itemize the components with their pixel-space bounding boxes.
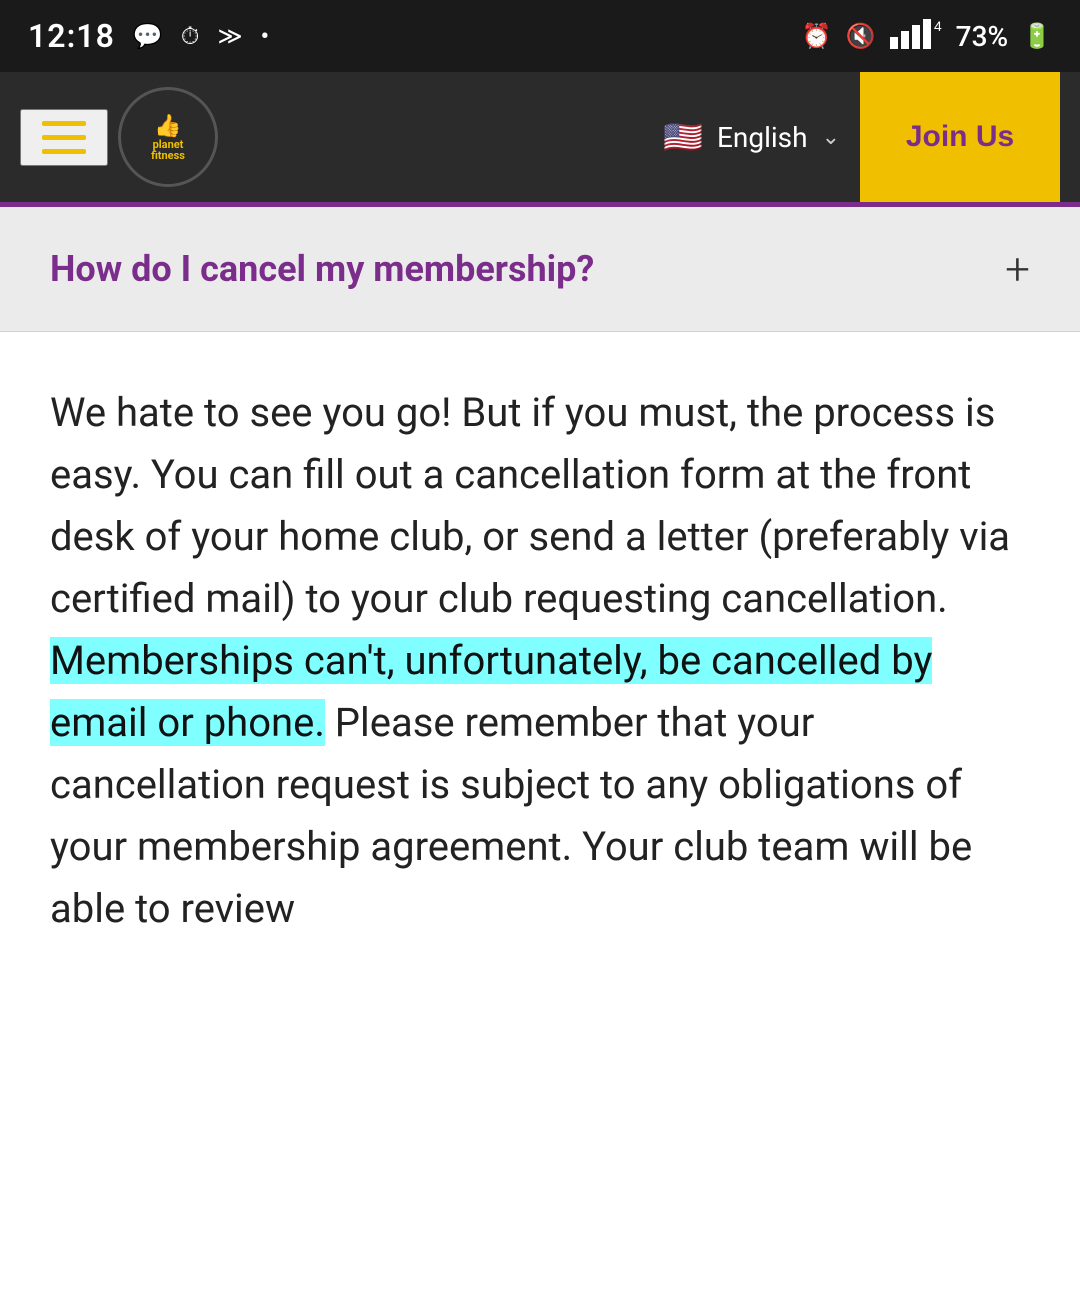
- status-left-group: 12:18 💬 ⏱ ≫ •: [28, 17, 269, 55]
- signal-icon: 4G: [890, 17, 942, 55]
- logo-circle: 👍 planet fitness: [118, 87, 218, 187]
- language-label: English: [717, 121, 808, 154]
- clock-icon: ⏱: [181, 22, 200, 50]
- chat-icon: 💬: [133, 22, 163, 50]
- nav-bar: 👍 planet fitness 🇺🇸 English ⌄ Join Us: [0, 72, 1080, 202]
- faq-question-container: How do I cancel my membership? +: [0, 207, 1080, 332]
- hamburger-button[interactable]: [20, 109, 108, 166]
- content-plain-text: We hate to see you go! But if you must, …: [50, 389, 1010, 622]
- content-paragraph: We hate to see you go! But if you must, …: [50, 382, 1030, 940]
- status-time: 12:18: [28, 17, 115, 55]
- faq-question-row[interactable]: How do I cancel my membership? +: [0, 207, 1080, 331]
- dot-icon: •: [261, 22, 269, 50]
- hamburger-line-2: [42, 135, 86, 140]
- flag-icon: 🇺🇸: [663, 118, 703, 156]
- forward-icon: ≫: [217, 22, 242, 50]
- logo-text-fitness: fitness: [151, 150, 185, 161]
- status-right-group: ⏰ 🔇 4G 73% 🔋: [802, 17, 1052, 55]
- chevron-down-icon: ⌄: [822, 125, 840, 150]
- faq-question-text: How do I cancel my membership?: [50, 248, 594, 290]
- content-area: We hate to see you go! But if you must, …: [0, 332, 1080, 990]
- svg-text:4G: 4G: [934, 18, 942, 34]
- logo-inner: 👍 planet fitness: [151, 114, 185, 161]
- hamburger-line-3: [42, 149, 86, 154]
- faq-toggle-icon[interactable]: +: [1005, 247, 1030, 291]
- join-us-label: Join Us: [906, 120, 1014, 154]
- battery-icon: 🔋: [1022, 22, 1052, 50]
- logo-text-planet: planet: [151, 139, 185, 150]
- status-bar: 12:18 💬 ⏱ ≫ • ⏰ 🔇 4G 73% 🔋: [0, 0, 1080, 72]
- join-us-button[interactable]: Join Us: [860, 72, 1060, 202]
- hamburger-line-1: [42, 121, 86, 126]
- logo-thumb-icon: 👍: [151, 114, 185, 139]
- alarm-icon: ⏰: [802, 22, 832, 50]
- logo-container[interactable]: 👍 planet fitness: [118, 87, 218, 187]
- language-selector[interactable]: 🇺🇸 English ⌄: [643, 108, 860, 166]
- mute-icon: 🔇: [846, 22, 876, 50]
- battery-percentage: 73%: [956, 20, 1008, 53]
